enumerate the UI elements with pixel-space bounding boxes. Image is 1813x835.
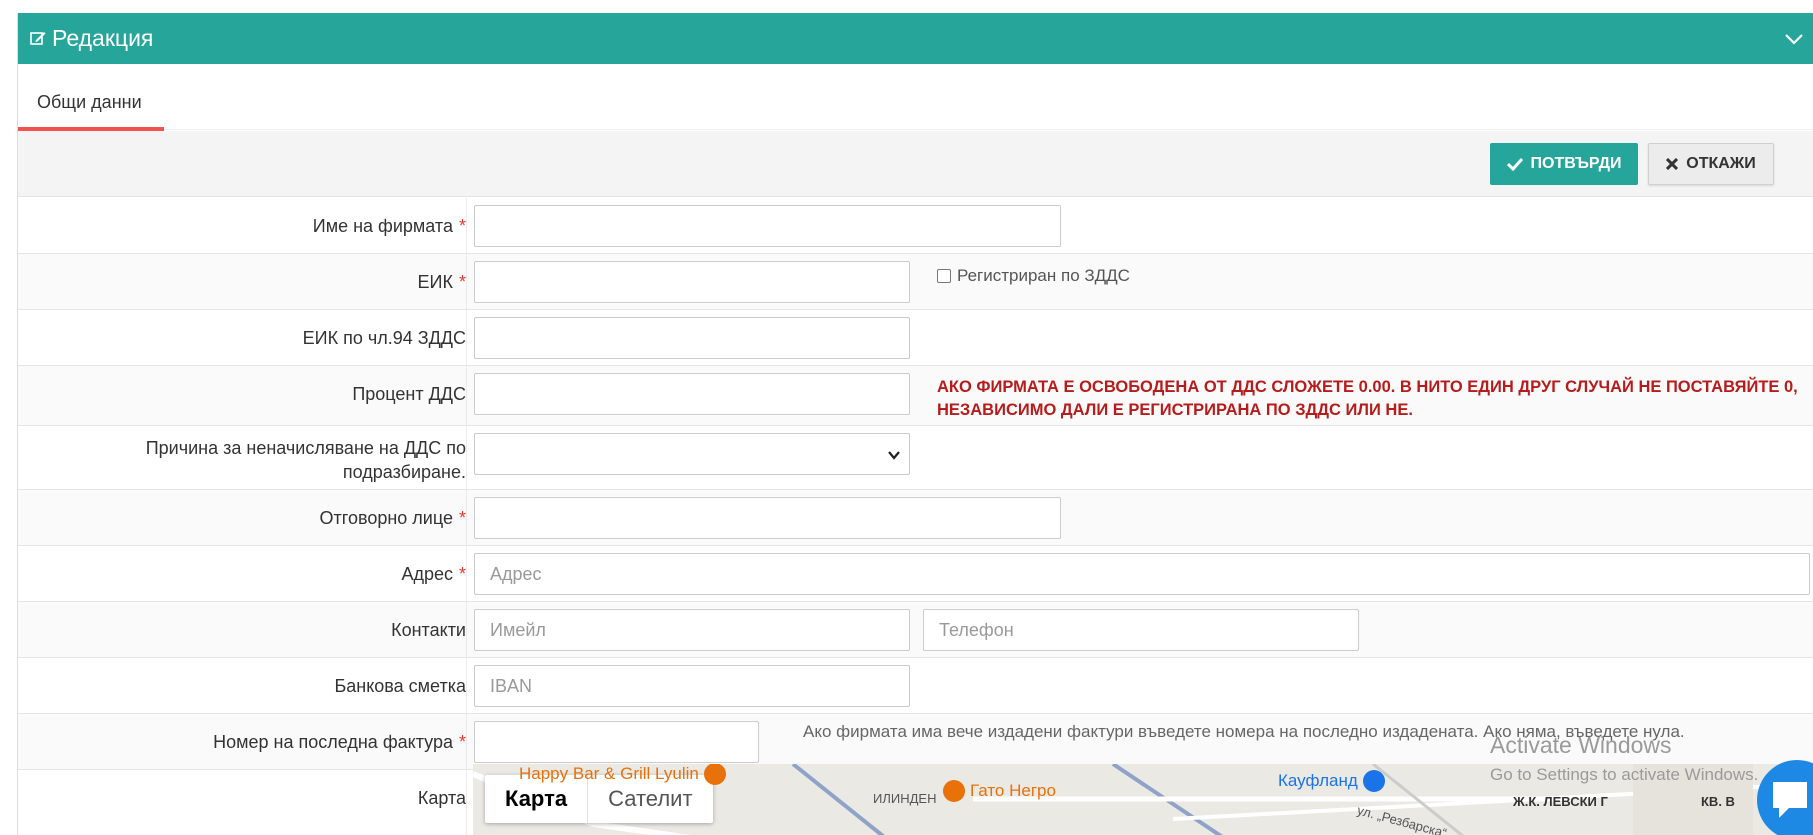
phone-placeholder: Телефон — [939, 619, 1014, 640]
no-vat-reason-label: Причина за неначисляване на ДДС по подра… — [145, 438, 466, 482]
map-label-levski: Ж.К. ЛЕВСКИ Г — [1513, 794, 1608, 809]
responsible-input[interactable] — [474, 497, 1061, 539]
vat-warning: АКО ФИРМАТА Е ОСВОБОДЕНА ОТ ДДС СЛОЖЕТЕ … — [937, 378, 1798, 419]
tab-bar: Общи данни — [18, 64, 1813, 131]
vat-registered-label: Регистриран по ЗДДС — [957, 266, 1130, 285]
cancel-label: ОТКАЖИ — [1686, 155, 1756, 172]
restaurant-pin-icon — [943, 780, 965, 802]
vat-percent-input[interactable] — [474, 373, 910, 415]
chat-icon — [1773, 782, 1807, 818]
shopping-cart-pin-icon — [1362, 770, 1385, 792]
row-no-vat-reason: Причина за неначисляване на ДДС по подра… — [18, 426, 1813, 490]
chevron-down-icon[interactable] — [1782, 27, 1806, 51]
windows-activation-watermark: Activate Windows Go to Settings to activ… — [1490, 732, 1759, 784]
iban-placeholder: IBAN — [490, 675, 533, 696]
vat-registered-checkbox[interactable] — [937, 269, 951, 283]
row-eik-94: ЕИК по чл.94 ЗДДС — [18, 310, 1813, 366]
row-eik: ЕИК * Регистриран по ЗДДС — [18, 254, 1813, 310]
eik-94-label: ЕИК по чл.94 ЗДДС — [302, 328, 466, 348]
panel-header: Редакция — [18, 13, 1813, 64]
last-invoice-input[interactable] — [474, 721, 759, 763]
confirm-label: ПОТВЪРДИ — [1530, 155, 1622, 172]
tab-general-data[interactable]: Общи данни — [18, 64, 164, 131]
map-label-kv: КВ. В — [1701, 794, 1735, 809]
company-name-input[interactable] — [474, 205, 1061, 247]
phone-input[interactable]: Телефон — [923, 609, 1359, 651]
edit-panel: Редакция Общи данни ПОТВЪРДИ ОТКАЖИ Име … — [17, 13, 1813, 835]
eik-input[interactable] — [474, 261, 910, 303]
row-contacts: Контакти Имейл Телефон — [18, 602, 1813, 658]
poi-happy-bar[interactable]: Happy Bar & Grill Lyulin — [519, 764, 726, 785]
eik-94-input[interactable] — [474, 317, 910, 359]
address-placeholder: Адрес — [490, 563, 542, 584]
address-input[interactable]: Адрес — [474, 553, 1810, 595]
tab-label: Общи данни — [37, 92, 142, 112]
vat-percent-label: Процент ДДС — [352, 384, 466, 404]
row-company-name: Име на фирмата * — [18, 198, 1813, 254]
confirm-button[interactable]: ПОТВЪРДИ — [1490, 143, 1638, 185]
panel-title: Редакция — [52, 25, 154, 51]
vat-registered[interactable]: Регистриран по ЗДДС — [937, 266, 1130, 286]
poi-gato-negro[interactable]: Гато Негро — [943, 780, 1056, 802]
close-icon — [1666, 158, 1679, 170]
responsible-label: Отговорно лице * — [319, 508, 466, 528]
row-bank: Банкова сметка IBAN — [18, 658, 1813, 714]
map-label: Карта — [417, 788, 466, 808]
last-invoice-label: Номер на последна фактура * — [213, 732, 466, 752]
poi-kaufland[interactable]: Кауфланд — [1278, 770, 1385, 792]
map-label-ilinden: ИЛИНДЕН — [873, 791, 937, 806]
address-label: Адрес * — [401, 564, 466, 584]
cancel-button[interactable]: ОТКАЖИ — [1648, 143, 1774, 185]
row-vat-percent: Процент ДДС АКО ФИРМАТА Е ОСВОБОДЕНА ОТ … — [18, 366, 1813, 426]
iban-input[interactable]: IBAN — [474, 665, 910, 707]
no-vat-reason-select[interactable] — [474, 433, 910, 475]
email-input[interactable]: Имейл — [474, 609, 910, 651]
chevron-down-icon — [888, 451, 900, 460]
row-address: Адрес * Адрес — [18, 546, 1813, 602]
check-icon — [1506, 157, 1523, 171]
company-name-label: Име на фирмата * — [312, 216, 466, 236]
edit-icon — [30, 32, 46, 45]
action-bar: ПОТВЪРДИ ОТКАЖИ — [18, 131, 1813, 197]
contacts-label: Контакти — [391, 620, 466, 640]
row-responsible: Отговорно лице * — [18, 490, 1813, 546]
email-placeholder: Имейл — [490, 619, 546, 640]
bank-label: Банкова сметка — [334, 676, 466, 696]
eik-label: ЕИК * — [417, 272, 466, 292]
restaurant-pin-icon — [703, 764, 726, 785]
